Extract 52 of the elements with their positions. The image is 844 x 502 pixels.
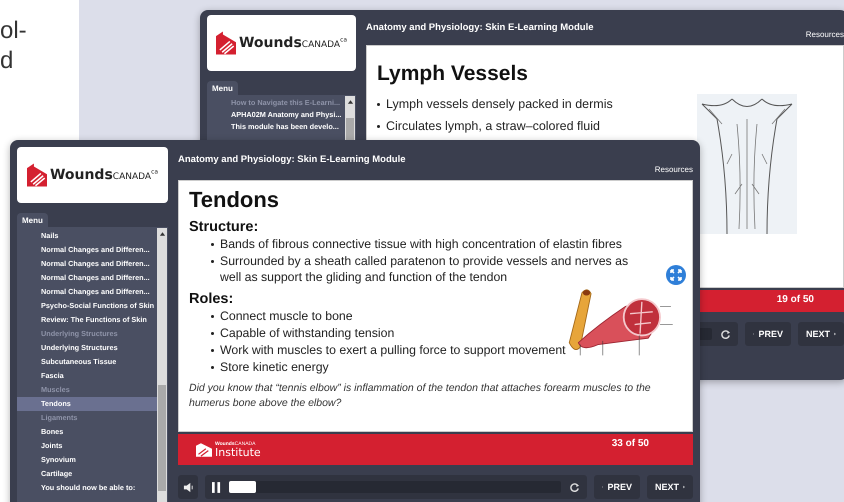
logo-text: Institute xyxy=(215,446,261,458)
prev-button[interactable]: PREV xyxy=(745,322,791,346)
section-heading: Structure: xyxy=(189,219,260,235)
logo-text: WoundsCANADA$^{ca}$ xyxy=(50,167,158,183)
menu-tab[interactable]: Menu xyxy=(207,81,238,95)
section-heading: Roles: xyxy=(189,291,234,307)
next-button[interactable]: NEXT xyxy=(647,475,693,499)
replay-icon[interactable] xyxy=(569,482,580,492)
bullet-text: Store kinetic energy xyxy=(220,359,329,375)
course-title: Anatomy and Physiology: Skin E-Learning Module xyxy=(178,153,406,167)
bullet-icon xyxy=(211,349,214,352)
resources-link[interactable]: Resources xyxy=(654,165,693,180)
logo-icon xyxy=(26,163,47,187)
bullet-icon xyxy=(377,103,380,106)
page-counter: 19 of 50 xyxy=(776,293,814,307)
scroll-up-icon[interactable] xyxy=(346,99,354,105)
bullet-text: Bands of fibrous connective tissue with high concentration of elastin fibres xyxy=(220,236,622,252)
prev-button[interactable]: PREV xyxy=(594,475,640,499)
expand-icon[interactable] xyxy=(666,265,686,285)
seek-track[interactable] xyxy=(229,481,561,493)
bullet-text: Work with muscles to exert a pulling force to support movement xyxy=(220,342,566,358)
next-button[interactable]: NEXT xyxy=(798,322,844,346)
course-title: Anatomy and Physiology: Skin E-Learning Module xyxy=(366,21,594,35)
bullet-icon xyxy=(211,332,214,335)
body-text: ol- xyxy=(0,16,27,46)
bullet-icon xyxy=(211,366,214,369)
logo-icon xyxy=(196,442,212,456)
bullet-text: Capable of withstanding tension xyxy=(220,325,394,341)
bullet-text: Connect muscle to bone xyxy=(220,308,353,324)
menu-tab[interactable]: Menu xyxy=(17,213,48,227)
bullet-text: Surrounded by a sheath called paratenon to provide vessels and nerves as well as support the gliding and function of the tendon xyxy=(220,253,630,285)
resources-link[interactable]: Resources xyxy=(806,30,844,45)
pause-icon[interactable] xyxy=(212,482,221,492)
speaker-icon xyxy=(182,482,194,492)
logo-icon xyxy=(216,31,236,55)
scrollbar[interactable] xyxy=(157,228,167,502)
bullet-icon xyxy=(211,243,214,246)
slide-heading: Lymph Vessels xyxy=(377,62,529,86)
body-text: d xyxy=(0,46,14,76)
bullet-icon xyxy=(211,315,214,318)
scroll-up-icon[interactable] xyxy=(158,231,166,237)
page-counter: 33 of 50 xyxy=(612,437,649,451)
scroll-thumb[interactable] xyxy=(158,385,166,491)
note-text: Did you know that “tennis elbow” is inflammation of the tendon that attaches forearm muscles to the humerus bone above the elbow? xyxy=(189,381,652,411)
bullet-icon xyxy=(377,125,380,128)
bullet-icon xyxy=(211,260,214,263)
bullet-text: Lymph vessels densely packed in dermis xyxy=(386,96,613,113)
bullet-text: Circulates lymph, a straw–colored fluid xyxy=(386,118,600,135)
volume-button[interactable] xyxy=(178,475,198,499)
replay-icon[interactable] xyxy=(720,328,731,340)
logo-text: WoundsCANADA$^{ca}$ xyxy=(238,35,348,51)
slide-heading: Tendons xyxy=(189,187,280,213)
